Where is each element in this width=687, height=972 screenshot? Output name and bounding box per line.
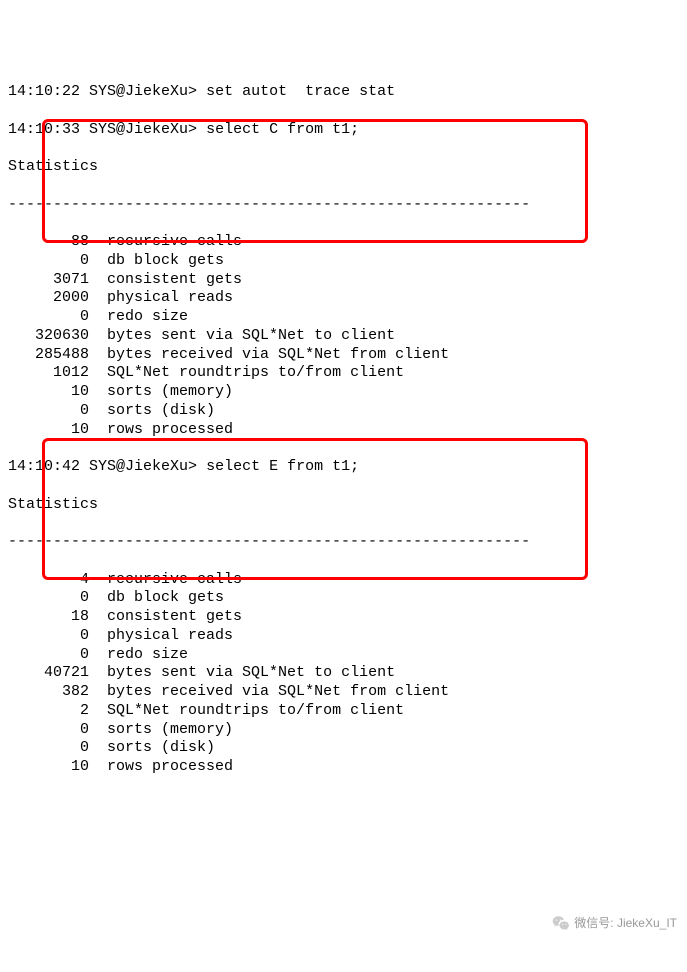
stat-value: 320630 [8,327,89,344]
stat-value: 10 [8,383,89,400]
stat-row: 3071 consistent gets [8,271,679,290]
stat-row: 1012 SQL*Net roundtrips to/from client [8,364,679,383]
stat-label: redo size [107,646,188,663]
time: 14:10:22 [8,83,80,100]
stat-label: recursive calls [107,571,242,588]
stats-header-2: Statistics [8,496,679,515]
stat-value: 0 [8,721,89,738]
stat-row: 10 sorts (memory) [8,383,679,402]
stat-label: rows processed [107,421,233,438]
watermark-label: 微信号: JiekeXu_IT [574,916,677,931]
stat-label: rows processed [107,758,233,775]
stat-value: 88 [8,233,89,250]
prompt-line-2: 14:10:33 SYS@JiekeXu> select C from t1; [8,121,679,140]
stat-value: 2000 [8,289,89,306]
stat-label: physical reads [107,627,233,644]
stat-row: 0 redo size [8,308,679,327]
stat-value: 382 [8,683,89,700]
stat-label: db block gets [107,589,224,606]
stat-row: 88 recursive calls [8,233,679,252]
stat-value: 3071 [8,271,89,288]
stat-label: physical reads [107,289,233,306]
stat-label: db block gets [107,252,224,269]
wechat-icon [552,914,570,932]
stat-row: 4 recursive calls [8,571,679,590]
stat-label: bytes sent via SQL*Net to client [107,664,395,681]
stat-label: bytes received via SQL*Net from client [107,346,449,363]
stat-value: 0 [8,739,89,756]
stat-row: 0 sorts (disk) [8,739,679,758]
time: 14:10:42 [8,458,80,475]
stat-label: bytes sent via SQL*Net to client [107,327,395,344]
stat-value: 10 [8,758,89,775]
stat-label: sorts (memory) [107,721,233,738]
stat-row: 285488 bytes received via SQL*Net from c… [8,346,679,365]
stat-row: 0 db block gets [8,589,679,608]
stat-label: recursive calls [107,233,242,250]
stat-value: 0 [8,252,89,269]
stat-row: 0 sorts (memory) [8,721,679,740]
stat-row: 10 rows processed [8,758,679,777]
command: select C from t1; [206,121,359,138]
stat-row: 0 db block gets [8,252,679,271]
time: 14:10:33 [8,121,80,138]
stat-value: 285488 [8,346,89,363]
stat-value: 0 [8,627,89,644]
stat-row: 40721 bytes sent via SQL*Net to client [8,664,679,683]
stat-row: 2 SQL*Net roundtrips to/from client [8,702,679,721]
stat-label: sorts (disk) [107,739,215,756]
stat-row: 0 redo size [8,646,679,665]
stat-row: 10 rows processed [8,421,679,440]
stat-label: redo size [107,308,188,325]
stat-row: 18 consistent gets [8,608,679,627]
user: SYS@JiekeXu> [89,83,197,100]
stat-value: 10 [8,421,89,438]
stat-value: 40721 [8,664,89,681]
stat-value: 0 [8,308,89,325]
stat-row: 0 sorts (disk) [8,402,679,421]
stats-header-1: Statistics [8,158,679,177]
command: set autot trace stat [206,83,395,100]
stat-label: bytes received via SQL*Net from client [107,683,449,700]
stat-value: 0 [8,589,89,606]
stat-label: sorts (disk) [107,402,215,419]
divider: ----------------------------------------… [8,196,679,215]
command: select E from t1; [206,458,359,475]
watermark: 微信号: JiekeXu_IT [552,914,677,932]
prompt-line-3: 14:10:42 SYS@JiekeXu> select E from t1; [8,458,679,477]
stat-row: 2000 physical reads [8,289,679,308]
divider: ----------------------------------------… [8,533,679,552]
stat-label: SQL*Net roundtrips to/from client [107,364,404,381]
user: SYS@JiekeXu> [89,458,197,475]
stat-value: 1012 [8,364,89,381]
stat-row: 382 bytes received via SQL*Net from clie… [8,683,679,702]
stat-value: 2 [8,702,89,719]
prompt-line-1: 14:10:22 SYS@JiekeXu> set autot trace st… [8,83,679,102]
stat-row: 320630 bytes sent via SQL*Net to client [8,327,679,346]
stat-label: consistent gets [107,271,242,288]
stat-value: 0 [8,402,89,419]
user: SYS@JiekeXu> [89,121,197,138]
stat-value: 4 [8,571,89,588]
stat-value: 0 [8,646,89,663]
stat-row: 0 physical reads [8,627,679,646]
stat-label: sorts (memory) [107,383,233,400]
stat-label: SQL*Net roundtrips to/from client [107,702,404,719]
